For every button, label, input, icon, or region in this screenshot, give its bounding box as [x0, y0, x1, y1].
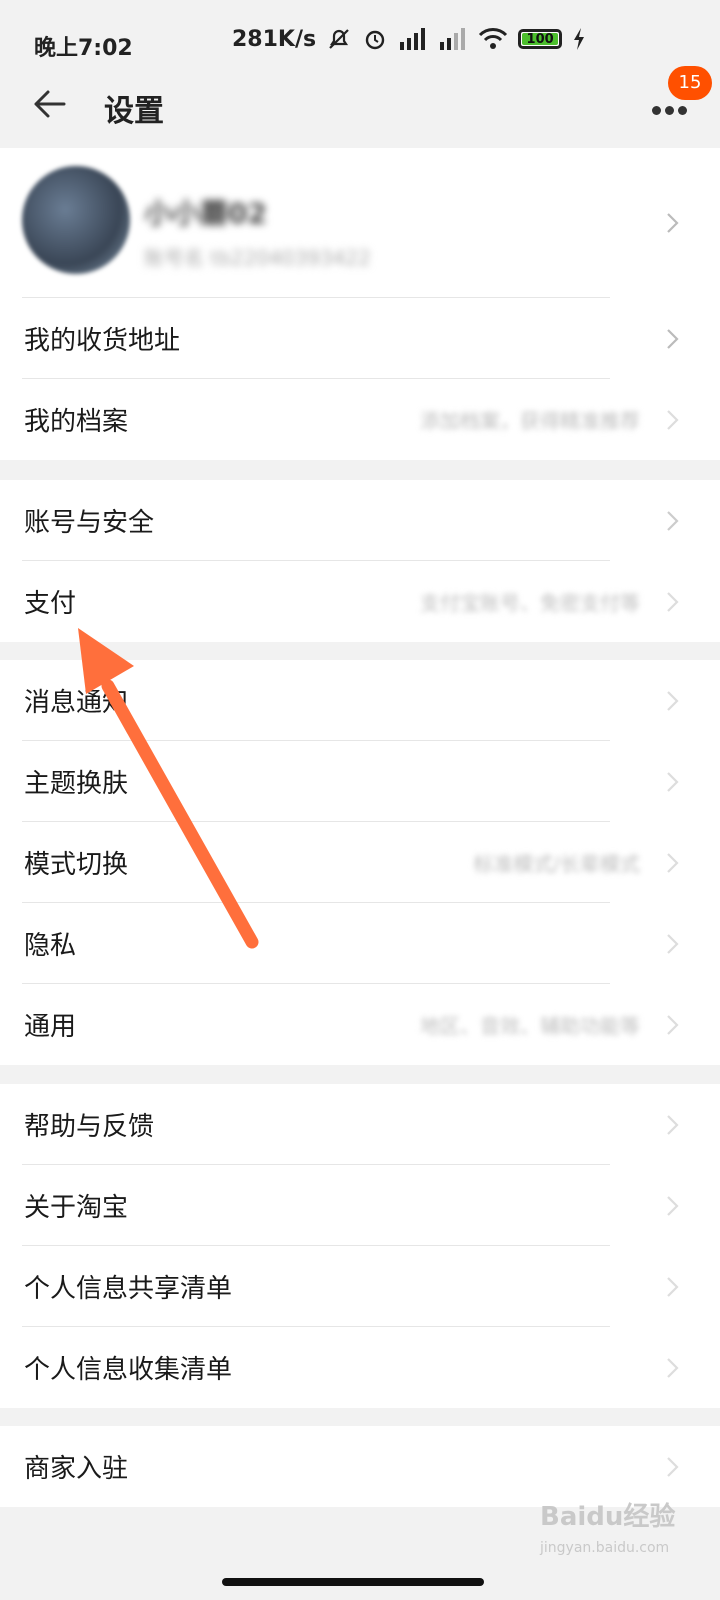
section-merchant: 商家入驻	[0, 1426, 720, 1507]
wifi-icon	[479, 28, 508, 49]
settings-item-label: 我的档案	[24, 407, 129, 437]
settings-item-hint: 标准模式/长辈模式	[473, 852, 640, 876]
settings-item-account-security[interactable]: 账号与安全	[0, 480, 720, 561]
signal-hd-icon-2	[440, 28, 466, 50]
profile-name: 小小蘑02	[144, 197, 267, 230]
home-indicator[interactable]	[222, 1578, 484, 1586]
chevron-right-icon	[667, 510, 679, 531]
nav-bar: 设置	[0, 62, 720, 148]
settings-item-about-taobao[interactable]: 关于淘宝	[0, 1165, 720, 1246]
more-dot-icon	[678, 106, 687, 115]
settings-item-info-collection-list[interactable]: 个人信息收集清单	[0, 1327, 720, 1408]
chevron-right-icon	[667, 1195, 679, 1216]
chevron-right-icon	[667, 213, 679, 233]
mute-bell-icon	[329, 29, 349, 49]
page-title: 设置	[104, 94, 164, 129]
settings-item-merchant-join[interactable]: 商家入驻	[0, 1426, 720, 1507]
settings-item-notifications[interactable]: 消息通知	[0, 660, 720, 741]
section-preferences: 消息通知 主题换肤 模式切换 标准模式/长辈模式 隐私 通用 地区、音效、辅助功…	[0, 660, 720, 1065]
profile-row[interactable]: 小小蘑02 账号名 tb22040393422	[0, 148, 720, 298]
chevron-right-icon	[667, 1014, 679, 1035]
settings-item-label: 模式切换	[24, 850, 129, 880]
settings-item-mode-switch[interactable]: 模式切换 标准模式/长辈模式	[0, 822, 720, 903]
settings-item-address[interactable]: 我的收货地址	[0, 298, 720, 379]
status-time: 晚上7:02	[34, 36, 133, 61]
chevron-right-icon	[667, 1276, 679, 1297]
settings-item-label: 支付	[24, 589, 77, 619]
baidu-watermark: Baidu经验	[540, 1502, 676, 1532]
settings-item-label: 个人信息共享清单	[24, 1274, 233, 1304]
chevron-right-icon	[667, 328, 679, 349]
settings-item-label: 关于淘宝	[24, 1193, 129, 1223]
settings-item-info-sharing-list[interactable]: 个人信息共享清单	[0, 1246, 720, 1327]
more-dot-icon	[652, 106, 661, 115]
settings-item-label: 账号与安全	[24, 508, 155, 538]
status-bar: 晚上7:02 281K/s 100	[0, 0, 720, 62]
settings-item-label: 帮助与反馈	[24, 1112, 155, 1142]
section-profile: 小小蘑02 账号名 tb22040393422 我的收货地址 我的档案 添加档案…	[0, 148, 720, 460]
settings-item-hint: 添加档案，获得精准推荐	[420, 409, 640, 433]
settings-item-help-feedback[interactable]: 帮助与反馈	[0, 1084, 720, 1165]
settings-item-general[interactable]: 通用 地区、音效、辅助功能等	[0, 984, 720, 1065]
settings-item-label: 通用	[24, 1012, 77, 1042]
chevron-right-icon	[667, 1357, 679, 1378]
settings-item-profile-archive[interactable]: 我的档案 添加档案，获得精准推荐	[0, 379, 720, 460]
notification-badge: 15	[668, 66, 712, 100]
chevron-right-icon	[667, 1114, 679, 1135]
chevron-right-icon	[667, 771, 679, 792]
section-about: 帮助与反馈 关于淘宝 个人信息共享清单 个人信息收集清单	[0, 1084, 720, 1408]
avatar	[22, 166, 130, 274]
chevron-right-icon	[667, 852, 679, 873]
chevron-right-icon	[667, 1456, 679, 1477]
section-account: 账号与安全 支付 支付宝账号、免密支付等	[0, 480, 720, 642]
charging-icon	[574, 28, 585, 50]
chevron-right-icon	[667, 409, 679, 430]
settings-item-label: 个人信息收集清单	[24, 1355, 233, 1385]
network-speed: 281K/s	[232, 26, 317, 52]
watermark-url: jingyan.baidu.com	[540, 1540, 670, 1556]
signal-hd-icon	[400, 28, 426, 50]
settings-item-label: 消息通知	[24, 688, 129, 718]
chevron-right-icon	[667, 591, 679, 612]
profile-account: 账号名 tb22040393422	[144, 246, 371, 270]
chevron-right-icon	[667, 933, 679, 954]
settings-item-label: 商家入驻	[24, 1454, 129, 1484]
settings-item-label: 我的收货地址	[24, 326, 181, 356]
battery-icon: 100	[518, 29, 563, 49]
status-icons: 281K/s 100	[232, 26, 586, 52]
alarm-icon	[365, 30, 385, 50]
settings-item-privacy[interactable]: 隐私	[0, 903, 720, 984]
back-arrow-icon[interactable]	[30, 84, 70, 124]
settings-item-hint: 地区、音效、辅助功能等	[420, 1014, 640, 1038]
chevron-right-icon	[667, 690, 679, 711]
settings-item-hint: 支付宝账号、免密支付等	[420, 591, 640, 615]
more-dot-icon	[665, 106, 674, 115]
settings-item-label: 主题换肤	[24, 769, 129, 799]
settings-item-payment[interactable]: 支付 支付宝账号、免密支付等	[0, 561, 720, 642]
settings-item-label: 隐私	[24, 931, 77, 961]
settings-item-theme[interactable]: 主题换肤	[0, 741, 720, 822]
